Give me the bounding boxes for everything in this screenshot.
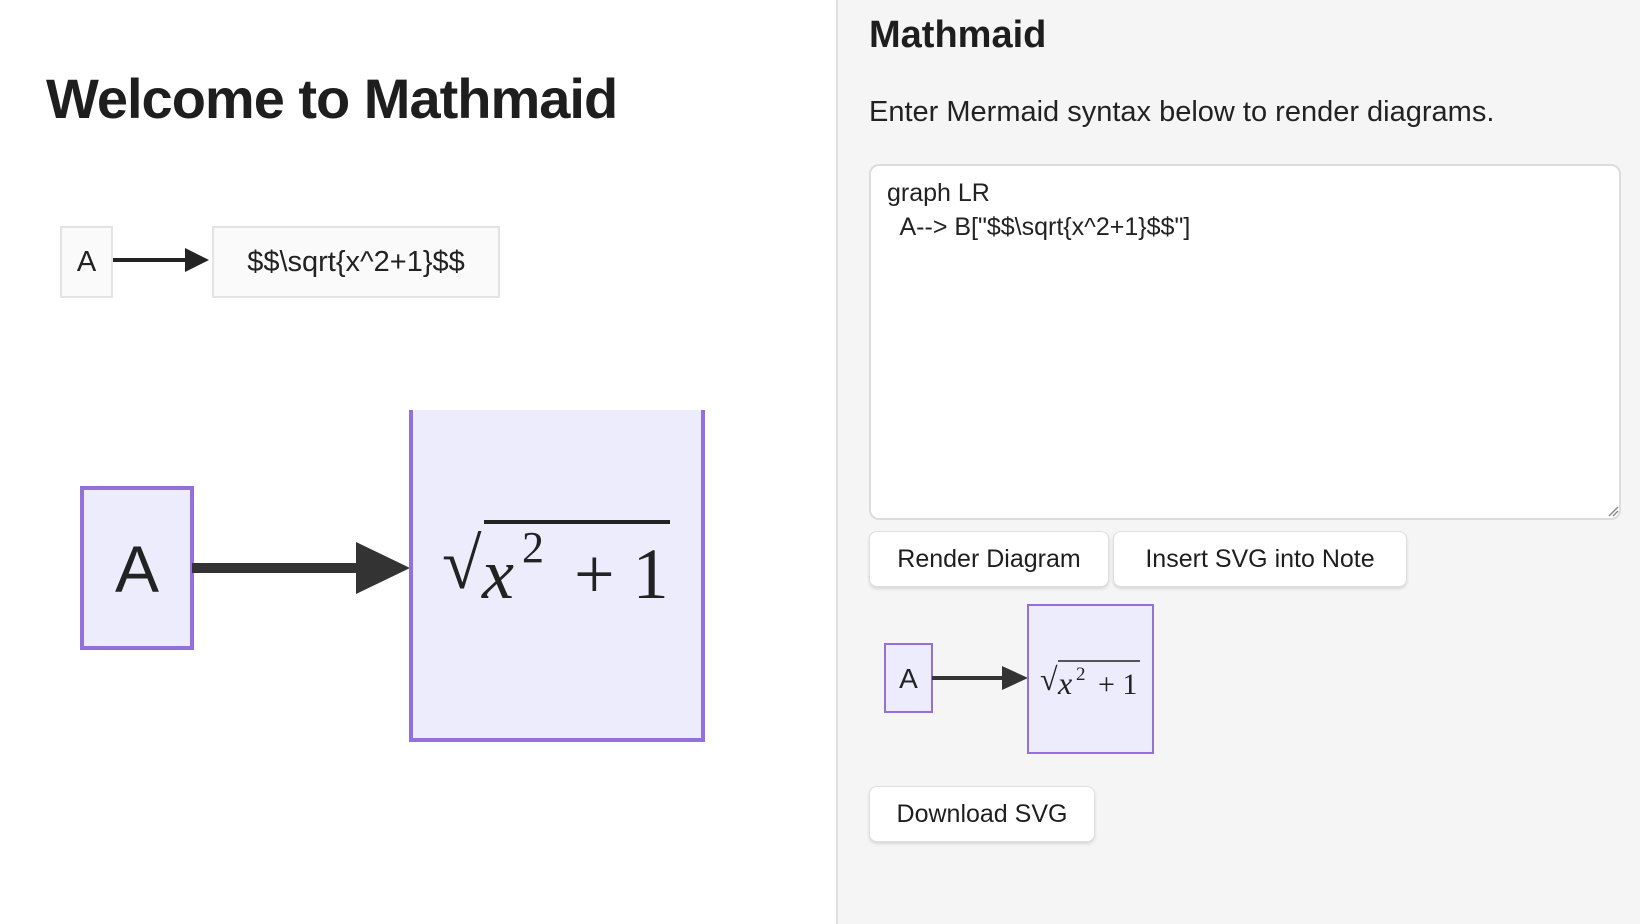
- diagram-preview-svg: A √ x 2 + 1: [884, 604, 1154, 754]
- rendered-diagram[interactable]: A √ x 2 + 1: [80, 394, 740, 780]
- preview-radical-sign: √: [1040, 661, 1058, 697]
- preview-math-rest: + 1: [1098, 668, 1137, 701]
- panel-description: Enter Mermaid syntax below to render dia…: [869, 96, 1495, 128]
- radical-sign: √: [442, 524, 482, 604]
- node-a-label: A: [115, 532, 159, 606]
- panel-title: Mathmaid: [869, 14, 1047, 56]
- insert-svg-button[interactable]: Insert SVG into Note: [1113, 531, 1407, 587]
- render-diagram-button[interactable]: Render Diagram: [869, 531, 1109, 587]
- preview-node-a-label: A: [899, 663, 918, 694]
- mathmaid-panel: Mathmaid Enter Mermaid syntax below to r…: [836, 0, 1640, 924]
- note-title[interactable]: Welcome to Mathmaid: [46, 66, 618, 131]
- math-base: x: [481, 534, 514, 614]
- download-svg-button[interactable]: Download SVG: [869, 786, 1095, 842]
- diagram-preview: A √ x 2 + 1: [884, 604, 1174, 764]
- preview-math-base: x: [1057, 665, 1072, 701]
- app-window: Welcome to Mathmaid A $$\sqrt{x^2+1}$$ A…: [0, 0, 1640, 924]
- mermaid-syntax-input[interactable]: graph LR A--> B["$$\sqrt{x^2+1}$$"]: [869, 164, 1621, 520]
- preview-math-exponent: 2: [1076, 664, 1086, 685]
- plain-text-diagram: A $$\sqrt{x^2+1}$$: [60, 226, 510, 302]
- math-rest: + 1: [574, 534, 669, 614]
- note-editor[interactable]: Welcome to Mathmaid A $$\sqrt{x^2+1}$$ A…: [0, 0, 836, 924]
- plain-node-b: $$\sqrt{x^2+1}$$: [212, 226, 500, 298]
- rendered-diagram-svg: A √ x 2 + 1: [80, 394, 705, 742]
- edge-arrowhead: [356, 542, 410, 594]
- math-exponent: 2: [522, 523, 544, 572]
- arrow-right-icon: [113, 248, 209, 272]
- plain-node-a: A: [60, 226, 113, 298]
- preview-edge-arrowhead: [1002, 666, 1028, 690]
- resize-grip-icon[interactable]: [1607, 505, 1619, 517]
